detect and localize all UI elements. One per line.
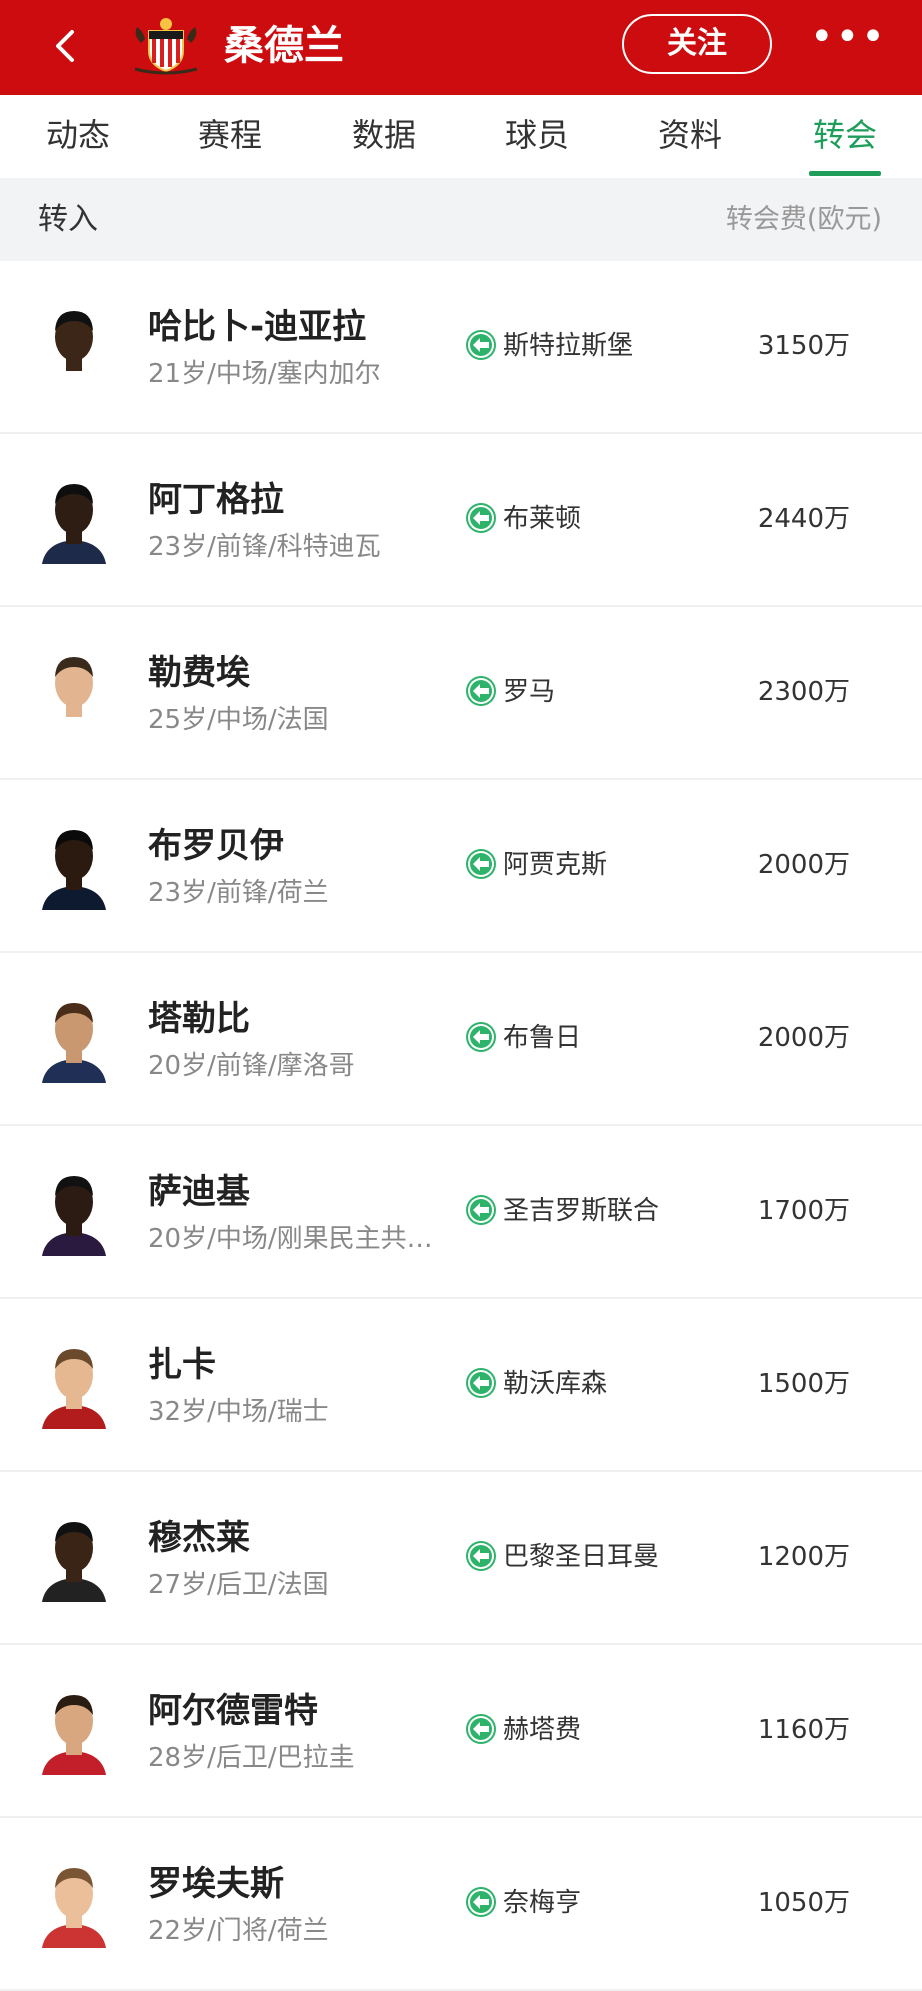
more-options-icon[interactable]: ••• — [810, 17, 885, 62]
transfer-fee: 2000万 — [757, 850, 850, 880]
transfer-row[interactable]: 塔勒比 20岁/前锋/摩洛哥 布鲁日 2000万 — [0, 953, 922, 1126]
transfer-row[interactable]: 勒费埃 25岁/中场/法国 罗马 2300万 — [0, 607, 922, 780]
player-avatar — [36, 993, 112, 1083]
transfer-in-arrow-icon — [465, 1194, 497, 1226]
tab-info[interactable]: 资料 — [640, 95, 740, 178]
transfer-fee: 1050万 — [757, 1888, 850, 1918]
follow-button[interactable]: 关注 — [622, 14, 772, 74]
player-name: 罗埃夫斯 — [148, 1864, 284, 1904]
from-club: 勒沃库森 — [503, 1369, 608, 1399]
player-details: 23岁/前锋/科特迪瓦 — [148, 532, 381, 562]
back-icon[interactable] — [46, 26, 86, 66]
from-club: 布莱顿 — [503, 504, 582, 534]
player-details: 27岁/后卫/法国 — [148, 1570, 329, 1600]
transfer-row[interactable]: 阿丁格拉 23岁/前锋/科特迪瓦 布莱顿 2440万 — [0, 434, 922, 607]
tab-transfers[interactable]: 转会 — [795, 95, 895, 178]
transfer-in-arrow-icon — [465, 675, 497, 707]
from-club: 罗马 — [503, 677, 556, 707]
tab-bar: 动态 赛程 数据 球员 资料 转会 — [0, 95, 922, 178]
player-details: 20岁/前锋/摩洛哥 — [148, 1051, 355, 1081]
player-name: 穆杰莱 — [148, 1518, 250, 1558]
transfer-fee: 1160万 — [757, 1715, 850, 1745]
transfer-row[interactable]: 扎卡 32岁/中场/瑞士 勒沃库森 1500万 — [0, 1299, 922, 1472]
page-title: 桑德兰 — [224, 23, 344, 69]
player-name: 塔勒比 — [148, 999, 250, 1039]
transfer-fee: 1700万 — [757, 1196, 850, 1226]
transfer-fee: 2300万 — [757, 677, 850, 707]
transfer-in-arrow-icon — [465, 1886, 497, 1918]
player-avatar — [36, 1166, 112, 1256]
transfer-fee: 2000万 — [757, 1023, 850, 1053]
player-avatar — [36, 820, 112, 910]
player-details: 28岁/后卫/巴拉圭 — [148, 1743, 355, 1773]
from-club: 奈梅亨 — [503, 1888, 582, 1918]
active-tab-indicator — [809, 171, 881, 176]
player-name: 扎卡 — [148, 1345, 216, 1385]
transfer-in-arrow-icon — [465, 502, 497, 534]
player-avatar — [36, 1858, 112, 1948]
player-name: 勒费埃 — [148, 653, 250, 693]
transfer-in-arrow-icon — [465, 329, 497, 361]
transfer-in-arrow-icon — [465, 848, 497, 880]
player-details: 25岁/中场/法国 — [148, 705, 329, 735]
transfer-row[interactable]: 罗埃夫斯 22岁/门将/荷兰 奈梅亨 1050万 — [0, 1818, 922, 1991]
tab-stats[interactable]: 数据 — [334, 95, 434, 178]
from-club: 阿贾克斯 — [503, 850, 608, 880]
transfer-row[interactable]: 萨迪基 20岁/中场/刚果民主共… 圣吉罗斯联合 1700万 — [0, 1126, 922, 1299]
transfer-row[interactable]: 穆杰莱 27岁/后卫/法国 巴黎圣日耳曼 1200万 — [0, 1472, 922, 1645]
player-name: 阿尔德雷特 — [148, 1691, 318, 1731]
player-name: 萨迪基 — [148, 1172, 250, 1212]
player-avatar — [36, 301, 112, 391]
top-bar: 桑德兰 关注 ••• — [0, 0, 922, 95]
from-club: 斯特拉斯堡 — [503, 331, 634, 361]
transfer-fee: 1200万 — [757, 1542, 850, 1572]
player-avatar — [36, 647, 112, 737]
player-details: 22岁/门将/荷兰 — [148, 1916, 329, 1946]
from-club: 布鲁日 — [503, 1023, 582, 1053]
transfer-row[interactable]: 布罗贝伊 23岁/前锋/荷兰 阿贾克斯 2000万 — [0, 780, 922, 953]
player-name: 布罗贝伊 — [148, 826, 284, 866]
section-header: 转入 转会费(欧元) — [0, 178, 922, 261]
tab-dynamics[interactable]: 动态 — [28, 95, 128, 178]
player-details: 23岁/前锋/荷兰 — [148, 878, 329, 908]
tab-players[interactable]: 球员 — [487, 95, 587, 178]
transfer-row[interactable]: 哈比卜-迪亚拉 21岁/中场/塞内加尔 斯特拉斯堡 3150万 — [0, 261, 922, 434]
transfer-in-arrow-icon — [465, 1021, 497, 1053]
player-avatar — [36, 1512, 112, 1602]
from-club: 圣吉罗斯联合 — [503, 1196, 660, 1226]
transfer-row[interactable]: 阿尔德雷特 28岁/后卫/巴拉圭 赫塔费 1160万 — [0, 1645, 922, 1818]
player-name: 哈比卜-迪亚拉 — [148, 307, 367, 347]
player-avatar — [36, 1685, 112, 1775]
club-crest-logo — [127, 13, 205, 77]
player-name: 阿丁格拉 — [148, 480, 284, 520]
column-header-fee: 转会费(欧元) — [725, 204, 882, 235]
section-title-transfers-in: 转入 — [38, 202, 98, 237]
tab-schedule[interactable]: 赛程 — [180, 95, 280, 178]
transfer-in-arrow-icon — [465, 1713, 497, 1745]
player-details: 32岁/中场/瑞士 — [148, 1397, 329, 1427]
transfer-fee: 1500万 — [757, 1369, 850, 1399]
player-avatar — [36, 1339, 112, 1429]
player-details: 20岁/中场/刚果民主共… — [148, 1224, 433, 1254]
from-club: 巴黎圣日耳曼 — [503, 1542, 660, 1572]
transfer-fee: 3150万 — [757, 331, 850, 361]
transfer-in-arrow-icon — [465, 1367, 497, 1399]
player-avatar — [36, 474, 112, 564]
transfer-list: 哈比卜-迪亚拉 21岁/中场/塞内加尔 斯特拉斯堡 3150万阿丁格拉 23岁/前锋/科… — [0, 261, 922, 1991]
from-club: 赫塔费 — [503, 1715, 582, 1745]
player-details: 21岁/中场/塞内加尔 — [148, 359, 381, 389]
transfer-in-arrow-icon — [465, 1540, 497, 1572]
transfer-fee: 2440万 — [757, 504, 850, 534]
